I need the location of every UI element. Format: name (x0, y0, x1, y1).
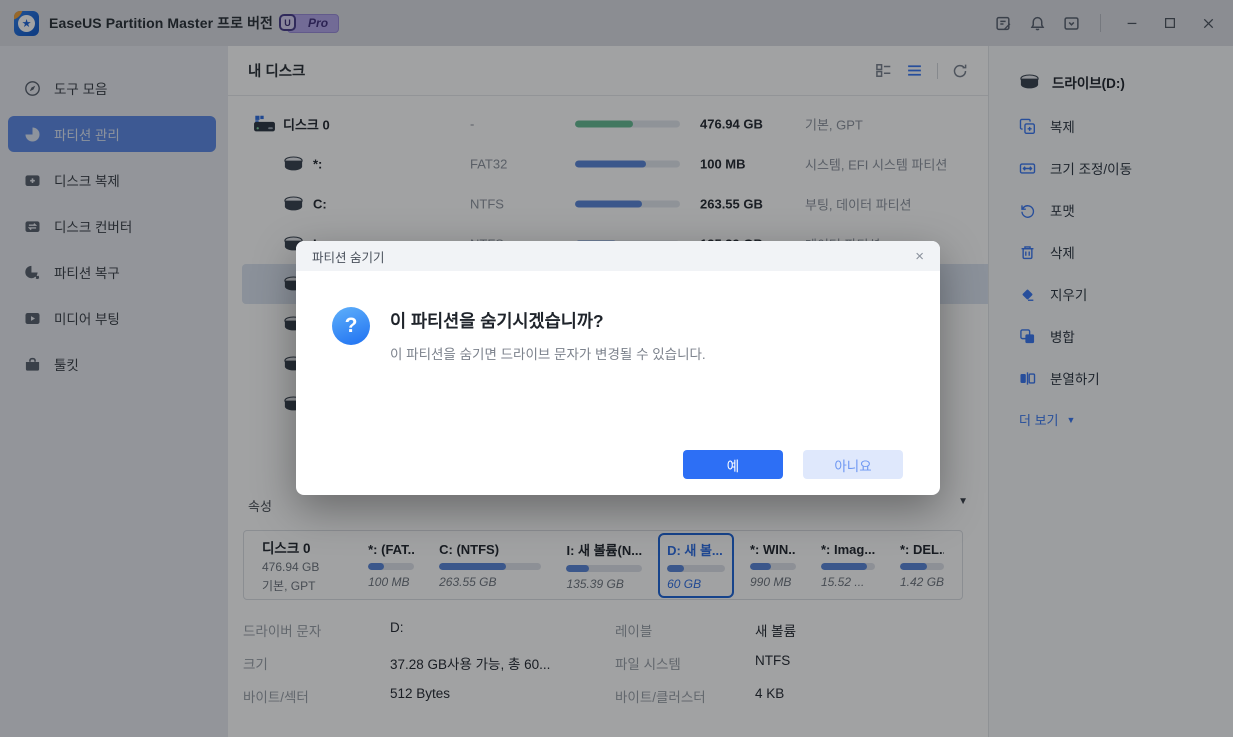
dialog-heading: 이 파티션을 숨기시겠습니까? (390, 308, 604, 333)
dialog-title: 파티션 숨기기 (312, 247, 384, 266)
hide-partition-dialog: 파티션 숨기기 × ? 이 파티션을 숨기시겠습니까? 이 파티션을 숨기면 드… (296, 241, 940, 495)
question-icon: ? (332, 307, 370, 345)
no-button[interactable]: 아니요 (803, 450, 903, 479)
app-window: ★ EaseUS Partition Master 프로 버전 Pro U (0, 0, 1233, 737)
dialog-message: 이 파티션을 숨기면 드라이브 문자가 변경될 수 있습니다. (390, 343, 706, 363)
dialog-titlebar: 파티션 숨기기 × (296, 241, 940, 271)
dialog-close-icon[interactable]: × (915, 249, 924, 264)
yes-button[interactable]: 예 (683, 450, 783, 479)
